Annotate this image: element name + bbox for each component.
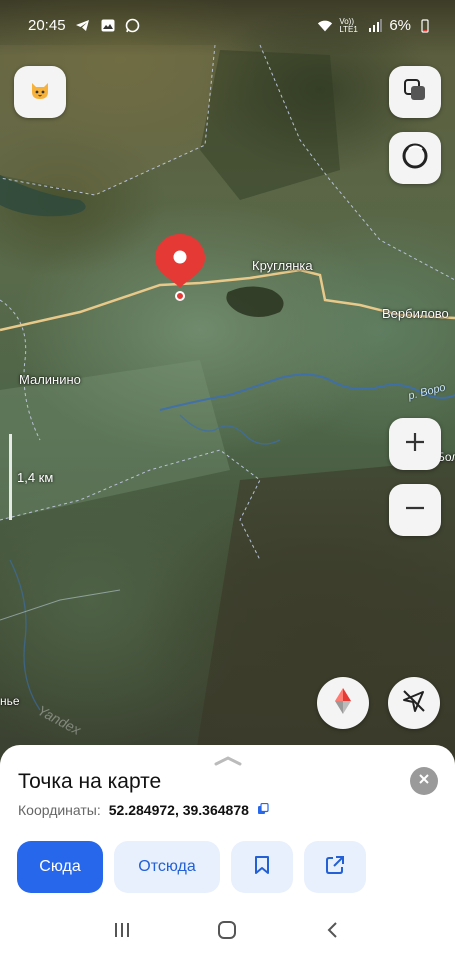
back-icon[interactable]: [323, 920, 343, 945]
map-overlay: [0, 44, 455, 790]
place-title: Точка на карте: [18, 770, 162, 793]
bookmark-icon: [254, 855, 270, 880]
whatsapp-icon: [125, 18, 141, 33]
zoom-out-button[interactable]: [389, 484, 441, 536]
close-icon: [418, 772, 430, 790]
route-to-button[interactable]: Сюда: [17, 841, 103, 893]
copy-icon[interactable]: [257, 802, 269, 818]
place-card: Точка на карте Координаты: 52.284972, 39…: [0, 745, 455, 905]
battery-percent: 6%: [389, 17, 411, 34]
zoom-out-icon: [403, 496, 427, 525]
share-button[interactable]: [304, 841, 366, 893]
zoom-in-button[interactable]: [389, 418, 441, 470]
edge-label-left: нье: [0, 694, 20, 708]
wifi-icon: [317, 19, 333, 33]
status-time: 20:45: [28, 17, 66, 34]
coordinates-value[interactable]: 52.284972, 39.364878: [109, 802, 249, 818]
coordinates-label: Координаты:: [18, 802, 101, 818]
battery-icon: [417, 19, 433, 33]
profile-button[interactable]: [14, 66, 66, 118]
telegram-icon: [75, 19, 91, 33]
close-button[interactable]: [410, 767, 438, 795]
location-pin[interactable]: [154, 232, 206, 302]
sheet-handle-icon[interactable]: [214, 753, 242, 771]
zoom-in-icon: [403, 430, 427, 459]
pin-icon: [155, 234, 205, 301]
alice-icon: [400, 141, 430, 176]
network-type: Vo)) LTE1: [339, 16, 358, 34]
system-nav-bar: [0, 905, 455, 960]
image-icon: [100, 19, 116, 33]
village-label-malinino[interactable]: Малинино: [19, 372, 81, 387]
scale-label: 1,4 км: [17, 470, 54, 485]
map-view[interactable]: Круглянка Вербилово Малинино р. Воро Бол…: [0, 0, 455, 790]
village-label-kruglyanka[interactable]: Круглянка: [252, 258, 313, 273]
signal-icon: [367, 19, 383, 33]
route-from-button[interactable]: Отсюда: [114, 841, 220, 893]
compass-icon: [332, 686, 354, 721]
status-bar: 20:45 Vo)) LTE1 6%: [0, 0, 455, 56]
bookmark-button[interactable]: [231, 841, 293, 893]
cat-avatar-icon: [28, 78, 52, 107]
compass-button[interactable]: [317, 677, 369, 729]
coordinates-row: Координаты: 52.284972, 39.364878: [18, 802, 269, 818]
village-label-verbilovo[interactable]: Вербилово: [382, 306, 449, 321]
alice-button[interactable]: [389, 132, 441, 184]
home-icon[interactable]: [216, 919, 238, 946]
share-icon: [325, 855, 345, 880]
layers-icon: [402, 77, 428, 108]
recents-icon[interactable]: [112, 920, 132, 945]
layers-button[interactable]: [389, 66, 441, 118]
scale-bar: [9, 434, 12, 520]
location-off-icon: [400, 687, 428, 720]
actions-row: Сюда Отсюда: [17, 841, 366, 893]
my-location-button[interactable]: [388, 677, 440, 729]
